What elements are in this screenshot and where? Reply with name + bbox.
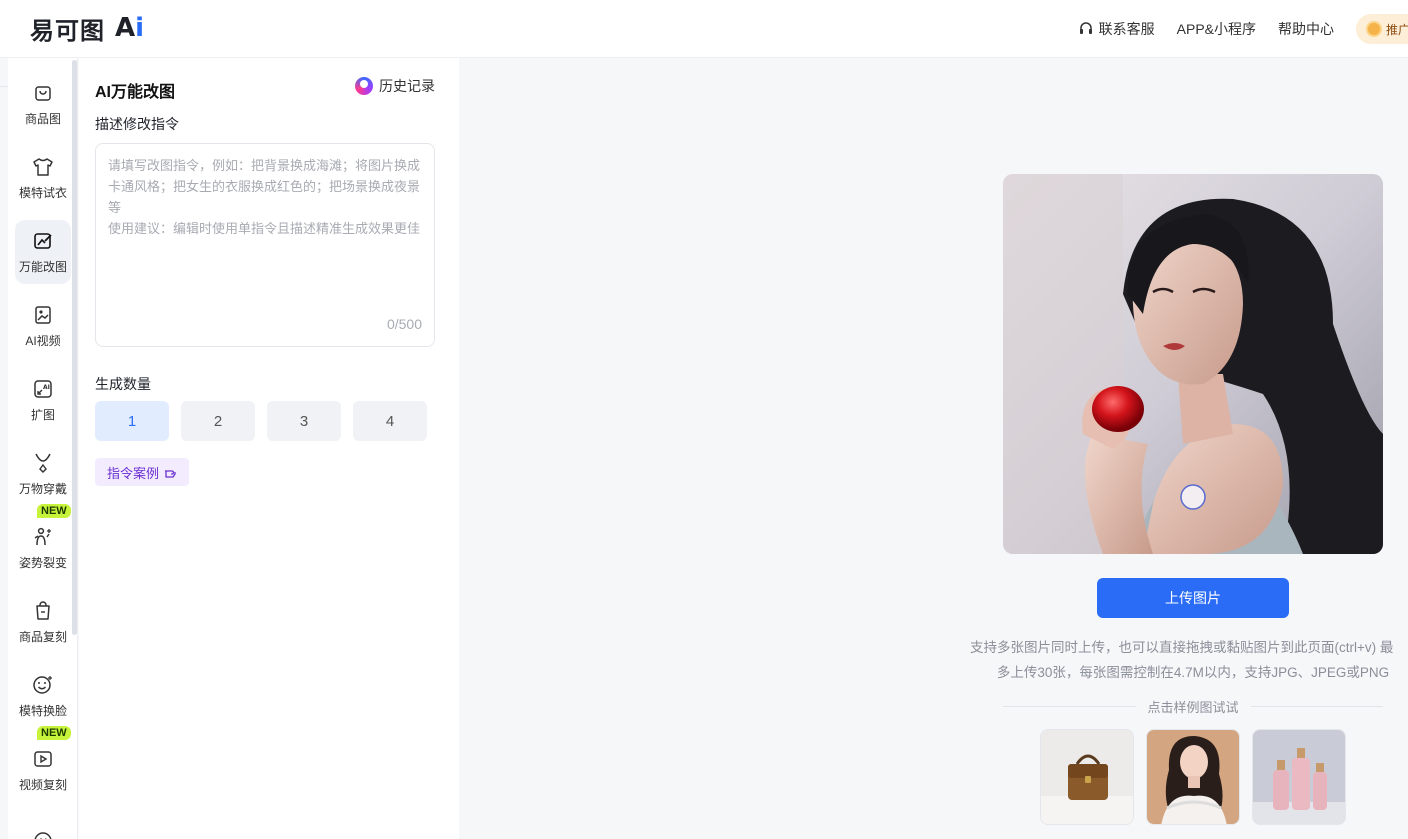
logo-text: 易可图 [30,16,105,45]
editor-panel: AI万能改图 历史记录 描述修改指令 0/500 生成数量 1 2 3 4 指令… [79,58,459,839]
sidebar-item-label: 商品复刻 [18,629,67,644]
sidebar-item-label: 姿势裂变 [18,555,67,570]
sidebar-scrollbar[interactable] [72,60,77,635]
sidebar-item-label: 商品图 [24,111,61,126]
video-icon [32,304,54,326]
sidebar-item-product-image[interactable]: 商品图 [15,72,71,136]
model-photo [1003,174,1383,554]
quantity-options: 1 2 3 4 [95,401,427,441]
logo-ai-a: A [115,13,136,43]
sample-image-handbag[interactable] [1040,729,1134,825]
video-copy-icon [32,748,54,770]
sidebar-item-model-tryon[interactable]: 模特试衣 [15,146,71,210]
quantity-label: 生成数量 [95,376,151,392]
sidebar-item-label: AI视频 [25,333,61,348]
logo[interactable]: 易可图 Ai [30,12,144,45]
quantity-option-4[interactable]: 4 [353,401,427,441]
sidebar-item-label: 视频复刻 [18,777,67,792]
quantity-option-2[interactable]: 2 [181,401,255,441]
top-nav: 联系客服 APP&小程序 帮助中心 推广 [1078,0,1408,58]
samples-divider: 点击样例图试试 [1003,696,1384,716]
quantity-option-3[interactable]: 3 [267,401,341,441]
new-badge: NEW [37,726,71,740]
sidebar-item-ai-video[interactable]: AI视频 [15,294,71,358]
face-icon [32,674,54,696]
shopping-bag-icon [32,600,54,622]
promo-label: 推广 [1386,22,1408,37]
upload-hint-line2: 多上传30张，每张图需控制在4.7M以内，支持JPG、JPEG或PNG [996,665,1390,680]
history-button[interactable]: 历史记录 [355,76,435,96]
sample-image-cosmetics[interactable] [1252,729,1346,825]
nav-support[interactable]: 联系客服 [1078,19,1155,39]
nav-app-label: APP&小程序 [1176,21,1256,37]
sidebar-item-expand[interactable]: AI 扩图 [15,368,71,432]
panel-title: AI万能改图 [95,84,176,101]
bag-icon [32,82,54,104]
sample-images [1040,729,1346,825]
nav-app[interactable]: APP&小程序 [1177,19,1256,39]
sidebar-item-face-swap[interactable]: 模特换脸 [15,664,71,728]
sidebar-item-ai[interactable]: AI [15,812,71,839]
upload-hint-line1: 支持多张图片同时上传，也可以直接拖拽或黏贴图片到此页面(ctrl+v) 最 [970,640,1394,655]
examples-label: 指令案例 [107,465,160,481]
sidebar-item-pose-variation[interactable]: NEW 姿势裂变 [15,504,71,580]
divider-line-right [1250,705,1384,707]
sidebar-item-label: 万物穿戴 [18,481,67,496]
logo-ai-mark: Ai [115,13,144,43]
sidebar-item-product-replicate[interactable]: 商品复刻 [15,590,71,654]
nav-help-label: 帮助中心 [1278,21,1334,37]
coin-icon [1366,21,1382,37]
history-icon [355,77,373,95]
edit-image-icon [32,230,54,252]
handbag-thumbnail [1041,730,1133,824]
svg-text:AI: AI [43,384,50,391]
samples-title: 点击样例图试试 [1147,699,1239,715]
sidebar: 商品图 模特试衣 万能改图 AI视频 AI 扩图 万物穿戴 NEW 姿势裂变 商… [8,58,78,839]
quantity-option-1[interactable]: 1 [95,401,169,441]
nav-support-label: 联系客服 [1098,21,1155,37]
prompt-label: 描述修改指令 [95,116,179,132]
headset-icon [1079,22,1092,34]
necklace-icon [32,452,54,474]
new-badge: NEW [37,504,71,518]
sample-image-model[interactable] [1146,729,1240,825]
sidebar-item-label: 扩图 [30,407,55,422]
sidebar-item-universal-edit[interactable]: 万能改图 [15,220,71,284]
sidebar-item-video-replicate[interactable]: NEW 视频复刻 [15,726,71,802]
rail-divider [0,86,8,87]
prompt-input[interactable] [108,156,422,306]
pose-icon [32,526,54,548]
prompt-counter: 0/500 [386,316,422,332]
divider-line-left [1003,705,1136,707]
tshirt-icon [32,156,54,178]
upload-image-button[interactable]: 上传图片 [1097,578,1289,618]
examples-button[interactable]: 指令案例 [95,458,190,486]
prompt-box: 0/500 [95,143,435,347]
model-thumbnail [1147,730,1239,824]
sidebar-item-label: 万能改图 [18,259,67,274]
cosmetics-thumbnail [1253,730,1345,824]
preview-image [1003,174,1383,554]
sidebar-item-wear-anything[interactable]: 万物穿戴 [15,442,71,506]
history-label: 历史记录 [379,78,435,94]
top-header: 易可图 Ai 联系客服 APP&小程序 帮助中心 推广 [0,0,1408,58]
promo-button[interactable]: 推广 [1356,14,1408,44]
ai-icon: AI [32,830,54,839]
pointing-hand-icon [165,470,176,478]
logo-ai-i: i [135,13,145,43]
nav-help[interactable]: 帮助中心 [1278,19,1334,39]
expand-icon: AI [32,378,54,400]
sidebar-item-label: 模特换脸 [18,703,67,718]
sidebar-item-label: 模特试衣 [18,185,67,200]
